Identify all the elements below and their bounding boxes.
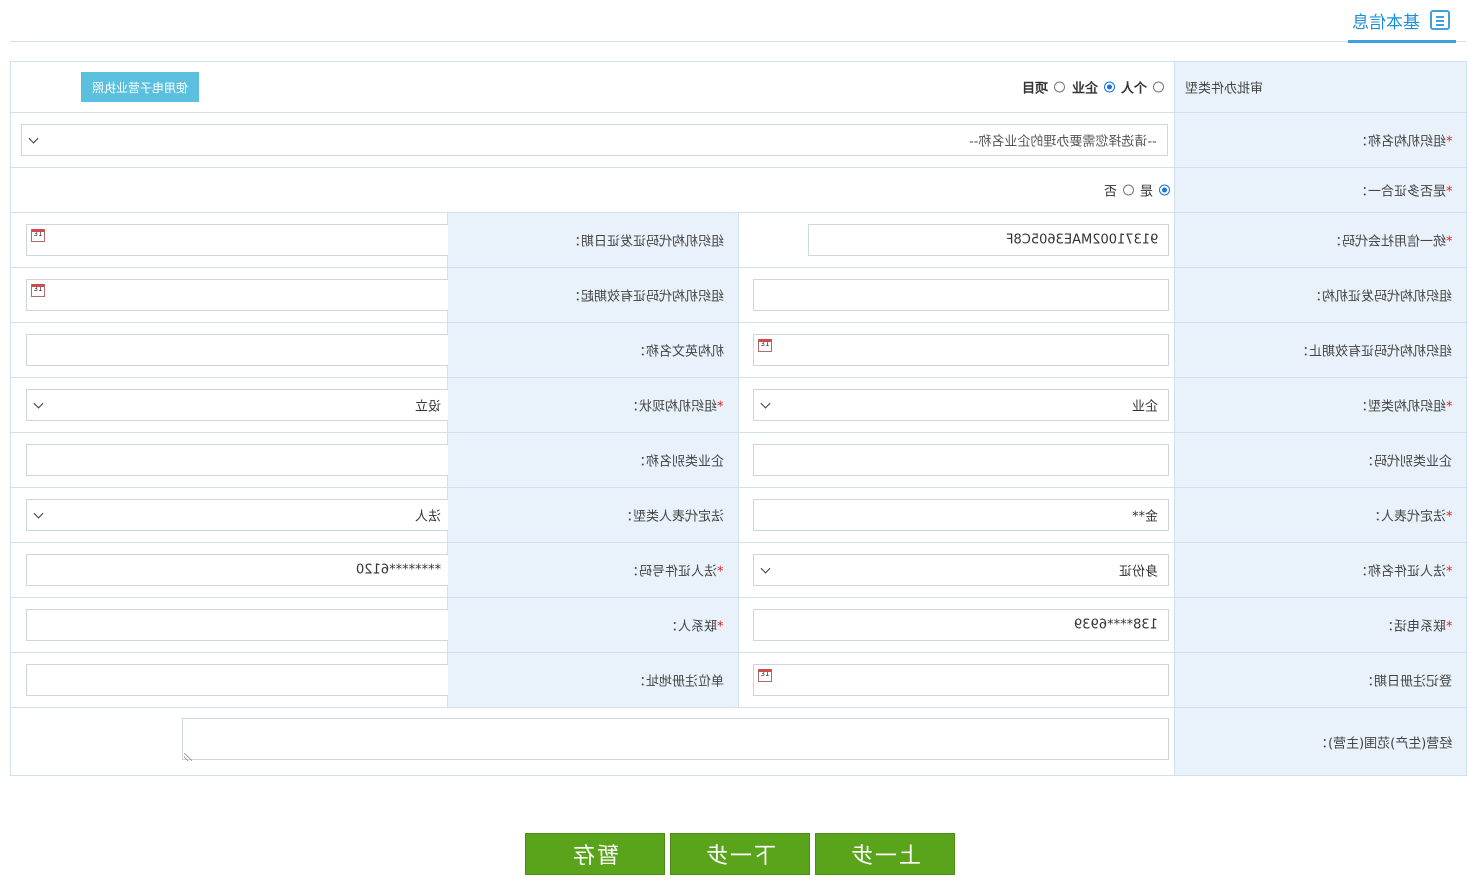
- list-icon: [1430, 10, 1450, 30]
- label-org-type: *组织机构类型：: [1354, 399, 1453, 415]
- org-name-select[interactable]: --请选择您需要办理的企业名称--: [21, 124, 1169, 156]
- radio-no[interactable]: [1122, 184, 1134, 196]
- label-legal-rep: *法定代表人：: [1367, 509, 1453, 525]
- chevron-down-icon: [760, 398, 771, 409]
- multi-cert-radios: 否 是: [1102, 181, 1171, 200]
- calendar-icon[interactable]: 31: [31, 284, 45, 297]
- tab-label: 基本信息: [1352, 12, 1420, 33]
- calendar-icon[interactable]: 31: [758, 669, 772, 682]
- label-contact-phone: *联系电话：: [1380, 619, 1453, 635]
- action-buttons: 暂存 下一步 上一步: [525, 833, 955, 875]
- option-individual-label: 个人: [1120, 81, 1147, 97]
- row-org-name: --请选择您需要办理的企业名称-- *组织机构名称：: [9, 112, 1468, 168]
- org-code-valid-from-input[interactable]: 31: [26, 279, 452, 311]
- row-application-type: 使用电子营业执照 项目 企业 个人 审批办件类型: [9, 61, 1468, 113]
- application-type-radios: 项目 企业 个人: [1020, 78, 1165, 97]
- option-no-label: 否: [1103, 184, 1117, 200]
- next-step-button[interactable]: 下一步: [670, 833, 810, 875]
- legal-rep-type-select[interactable]: 法人: [26, 499, 452, 531]
- legal-id-name-select[interactable]: 身份证: [753, 554, 1170, 586]
- label-org-code-valid-from: 组织机构代码证有效期起：: [567, 289, 724, 305]
- legal-rep-input[interactable]: 金**: [753, 499, 1170, 531]
- enterprise-category-code-input[interactable]: [753, 444, 1170, 476]
- resize-grip-icon[interactable]: [184, 753, 192, 761]
- option-enterprise-label: 企业: [1071, 81, 1098, 97]
- label-reg-address: 单位注册地址：: [632, 674, 724, 690]
- label-business-scope: 经营(生产)范围(主营)：: [1314, 736, 1453, 751]
- legal-id-number-input[interactable]: ********6120: [26, 554, 452, 586]
- org-type-select[interactable]: 企业: [753, 389, 1170, 421]
- org-code-valid-to-input[interactable]: 31: [753, 334, 1170, 366]
- radio-yes[interactable]: [1159, 184, 1171, 196]
- label-enterprise-category-name: 企业类别名称：: [632, 454, 724, 470]
- label-contact-person: *联系人：: [665, 619, 724, 635]
- label-reg-date: 登记注册日期：: [1361, 674, 1453, 690]
- label-legal-id-name: *法人证件名称：: [1354, 564, 1453, 580]
- label-legal-id-number: *法人证件号码：: [626, 564, 724, 580]
- chevron-down-icon: [33, 398, 44, 409]
- label-application-type: 审批办件类型: [1185, 81, 1264, 97]
- business-scope-textarea[interactable]: [182, 718, 1170, 760]
- save-draft-button[interactable]: 暂存: [525, 833, 665, 875]
- credit-code-input[interactable]: 91371002MAE3605C8F: [808, 224, 1170, 256]
- chevron-down-icon: [33, 508, 44, 519]
- prev-step-button[interactable]: 上一步: [815, 833, 955, 875]
- option-yes-label: 是: [1139, 184, 1153, 200]
- label-enterprise-category-code: 企业类别代码：: [1361, 454, 1453, 470]
- label-org-name: *组织机构名称：: [1354, 134, 1453, 150]
- label-multi-cert: *是否多证合一：: [1354, 184, 1453, 200]
- page-header: 基本信息: [10, 0, 1466, 43]
- label-org-code-issuer: 组织机构代码发证机构：: [1309, 289, 1453, 305]
- option-project-label: 项目: [1022, 81, 1049, 97]
- enterprise-category-name-input[interactable]: [26, 444, 452, 476]
- calendar-icon[interactable]: 31: [31, 229, 45, 242]
- label-org-code-issue-date: 组织机构代码证发证日期：: [567, 234, 724, 250]
- reg-address-input[interactable]: [26, 664, 452, 696]
- tab-basic-info[interactable]: 基本信息: [1348, 0, 1456, 43]
- contact-person-input[interactable]: [26, 609, 452, 641]
- label-org-status: *组织机构现状：: [626, 399, 724, 415]
- org-status-select[interactable]: 设立: [26, 389, 452, 421]
- radio-individual[interactable]: [1153, 81, 1165, 93]
- contact-phone-input[interactable]: 138****6939: [753, 609, 1170, 641]
- row-multi-cert: 否 是 *是否多证合一：: [9, 167, 1468, 213]
- label-legal-rep-type: 法定代表人类型：: [619, 509, 724, 525]
- chevron-down-icon: [760, 563, 771, 574]
- label-org-english-name: 机构英文名称：: [632, 344, 724, 360]
- org-code-issuer-input[interactable]: [753, 279, 1170, 311]
- label-org-code-valid-to: 组织机构代码证有效期止：: [1296, 344, 1453, 360]
- radio-project[interactable]: [1054, 81, 1066, 93]
- calendar-icon[interactable]: 31: [758, 339, 772, 352]
- label-credit-code: *统一信用社会代码：: [1328, 234, 1453, 250]
- chevron-down-icon: [28, 133, 39, 144]
- e-license-button[interactable]: 使用电子营业执照: [81, 72, 199, 102]
- reg-date-input[interactable]: 31: [753, 664, 1170, 696]
- radio-enterprise[interactable]: [1103, 81, 1115, 93]
- org-english-name-input[interactable]: [26, 334, 452, 366]
- org-code-issue-date-input[interactable]: 31: [26, 224, 452, 256]
- basic-info-form: 使用电子营业执照 项目 企业 个人 审批办件类型 --请选择您需要办理的企业名称…: [9, 61, 1468, 776]
